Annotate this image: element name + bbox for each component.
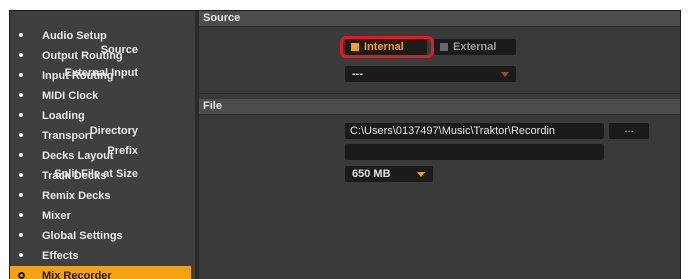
external-input-label: External Input (64, 67, 138, 79)
source-external-button[interactable]: External (434, 39, 516, 55)
directory-field[interactable]: C:\Users\0137497\Music\Traktor\Recordin (345, 123, 604, 139)
sidebar-item-loading[interactable]: Loading (10, 106, 195, 126)
bullet-icon (19, 33, 23, 37)
bullet-icon (19, 153, 23, 157)
bullet-icon (19, 213, 23, 217)
prefix-field[interactable] (345, 144, 604, 160)
section-header-file: File (199, 99, 680, 115)
radio-selected-icon (18, 272, 25, 279)
bullet-icon (19, 93, 23, 97)
sidebar-item-audio-setup[interactable]: Audio Setup (10, 26, 195, 46)
bullet-icon (19, 253, 23, 257)
chevron-down-icon (417, 172, 425, 177)
preferences-window: Audio Setup Output Routing Input Routing… (9, 10, 681, 279)
directory-label: Directory (89, 125, 138, 137)
section-header-source: Source (199, 11, 680, 27)
bullet-icon (19, 53, 23, 57)
split-size-dropdown[interactable]: 650 MB (345, 166, 433, 182)
external-input-dropdown[interactable]: --- (345, 66, 516, 82)
sidebar-item-effects[interactable]: Effects (10, 246, 195, 266)
browse-directory-button[interactable]: ... (609, 123, 649, 139)
bullet-icon (19, 193, 23, 197)
bullet-icon (19, 113, 23, 117)
sidebar-item-global-settings[interactable]: Global Settings (10, 226, 195, 246)
divider (199, 93, 680, 94)
prefix-label: Prefix (107, 145, 138, 157)
bullet-icon (19, 173, 23, 177)
chevron-down-icon (501, 72, 509, 77)
bullet-icon (19, 233, 23, 237)
source-label: Source (100, 44, 138, 56)
sidebar-item-midi-clock[interactable]: MIDI Clock (10, 86, 195, 106)
bullet-icon (19, 133, 23, 137)
toggle-off-icon (440, 43, 448, 51)
bullet-icon (19, 73, 23, 77)
red-highlight-box (340, 36, 434, 58)
sidebar-item-mix-recorder[interactable]: Mix Recorder (10, 266, 191, 279)
settings-panel: Source Source Internal External External… (54, 11, 680, 279)
sidebar-item-decks-layout[interactable]: Decks Layout (10, 146, 195, 166)
split-size-label: Split File at Size (54, 168, 138, 180)
sidebar-item-mixer[interactable]: Mixer (10, 206, 195, 226)
sidebar-item-remix-decks[interactable]: Remix Decks (10, 186, 195, 206)
